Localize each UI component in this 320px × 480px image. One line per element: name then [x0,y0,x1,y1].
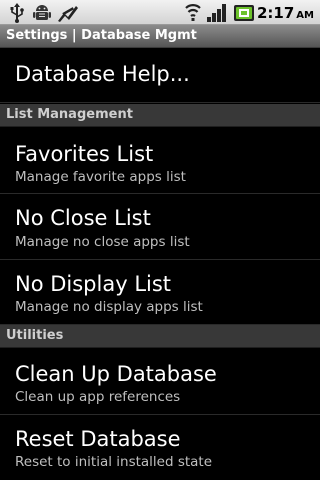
status-clock: 2:17 AM [257,3,314,23]
app-notification-icon [56,3,80,27]
database-help-item[interactable]: Database Help... [0,49,320,103]
wifi-icon [184,3,202,27]
status-bar: 2:17 AM [0,0,320,25]
page-title: Settings | Database Mgmt [6,28,197,43]
clean-up-database-item[interactable]: Clean Up Database Clean up app reference… [0,349,320,415]
no-close-list-title: No Close List [15,206,151,230]
no-display-list-item[interactable]: No Display List Manage no display apps l… [0,261,320,325]
battery-charging-icon [233,3,255,27]
category-list-management: List Management [0,104,320,127]
signal-icon [206,3,228,27]
android-debug-icon [32,3,52,27]
reset-database-title: Reset Database [15,427,181,451]
reset-database-summary: Reset to initial installed state [15,454,213,470]
no-close-list-summary: Manage no close apps list [15,234,190,250]
usb-icon [8,3,26,27]
favorites-list-title: Favorites List [15,142,154,166]
title-bar: Settings | Database Mgmt [0,25,320,48]
category-utilities: Utilities [0,325,320,348]
reset-database-item[interactable]: Reset Database Reset to initial installe… [0,416,320,480]
category-label: List Management [6,107,133,122]
database-help-title: Database Help... [15,62,190,86]
clean-up-database-title: Clean Up Database [15,362,217,386]
favorites-list-summary: Manage favorite apps list [15,169,186,185]
clock-ampm: AM [296,10,314,21]
no-close-list-item[interactable]: No Close List Manage no close apps list [0,195,320,260]
favorites-list-item[interactable]: Favorites List Manage favorite apps list [0,128,320,194]
no-display-list-title: No Display List [15,272,172,296]
clean-up-database-summary: Clean up app references [15,389,181,405]
no-display-list-summary: Manage no display apps list [15,299,203,315]
clock-time: 2:17 [256,4,295,22]
category-label: Utilities [6,328,64,343]
